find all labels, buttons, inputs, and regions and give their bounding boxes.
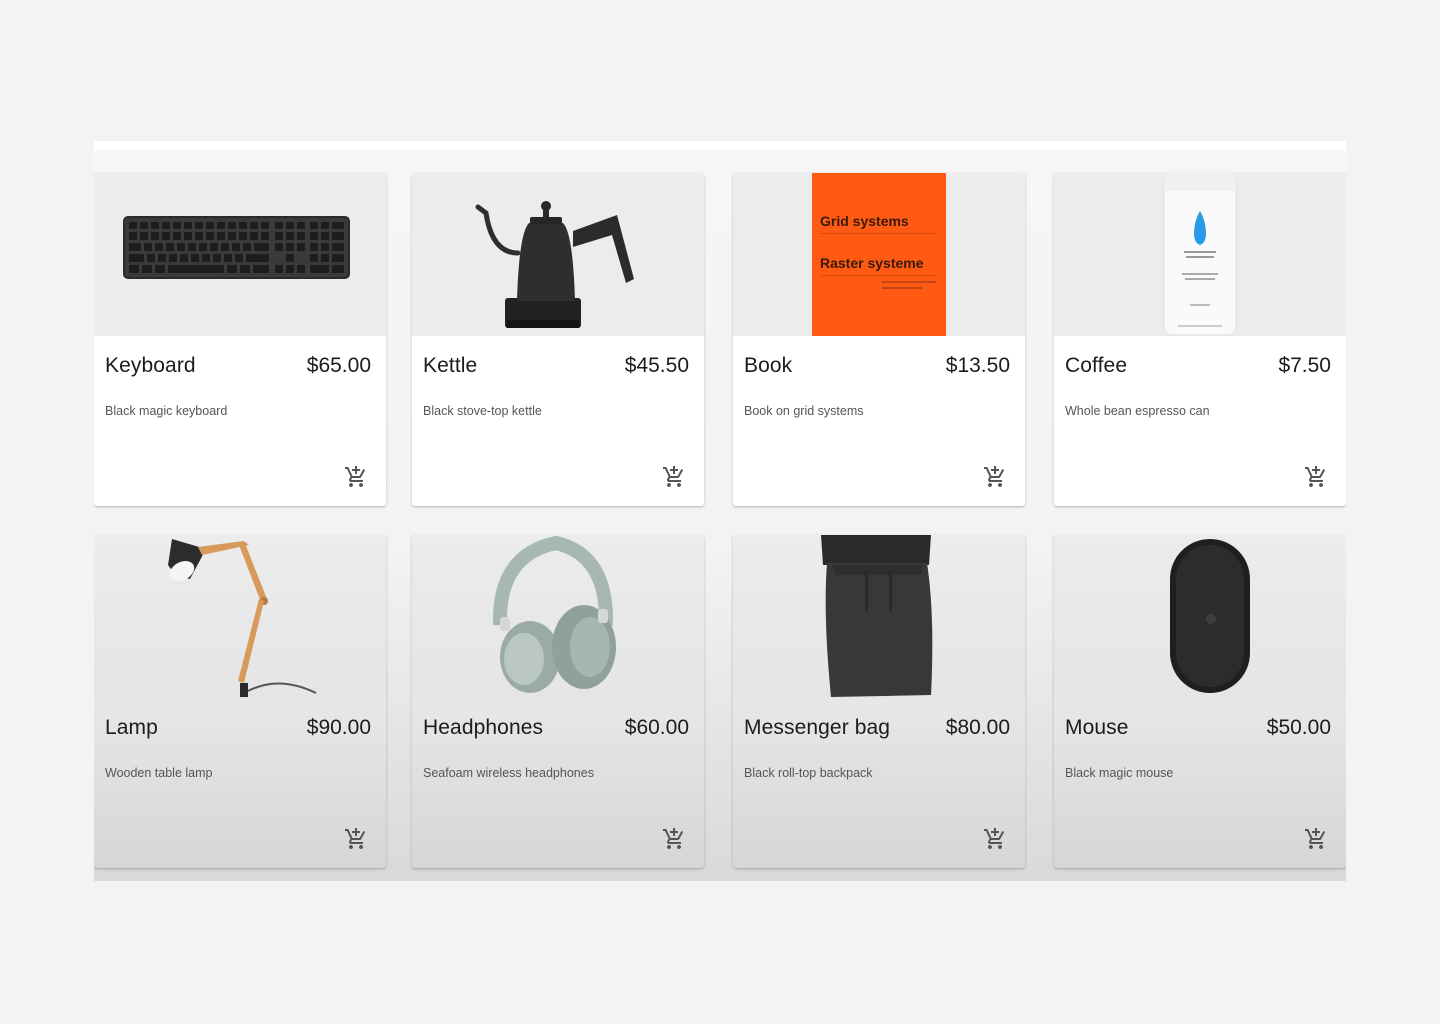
add-to-cart-button[interactable] <box>983 465 1007 489</box>
product-price: $65.00 <box>306 354 371 377</box>
product-name: Mouse <box>1065 716 1129 739</box>
product-description: Black stove-top kettle <box>423 404 542 418</box>
product-name: Book <box>744 354 793 377</box>
product-description: Whole bean espresso can <box>1065 404 1210 418</box>
add-shopping-cart-icon <box>1305 466 1326 487</box>
book-cover-subtitle: Raster systeme <box>820 255 924 271</box>
product-name: Headphones <box>423 716 544 739</box>
product-name: Coffee <box>1065 354 1128 377</box>
product-description: Black magic keyboard <box>105 404 228 418</box>
product-description: Wooden table lamp <box>105 766 213 780</box>
product-description: Black magic mouse <box>1065 766 1174 780</box>
product-description: Black roll-top backpack <box>744 766 873 780</box>
product-grid-panel: Keyboard $65.00 Black magic keyboard Ket… <box>94 141 1346 881</box>
product-price: $45.50 <box>624 354 689 377</box>
product-price: $90.00 <box>306 716 371 739</box>
product-name: Lamp <box>105 716 158 739</box>
book-cover-title: Grid systems <box>820 213 909 229</box>
product-price: $80.00 <box>945 716 1010 739</box>
backpack-image <box>733 535 1025 698</box>
product-name: Keyboard <box>105 354 196 377</box>
add-shopping-cart-icon <box>345 828 366 849</box>
product-description: Seafoam wireless headphones <box>423 766 594 780</box>
add-shopping-cart-icon <box>1305 828 1326 849</box>
lamp-image <box>94 535 386 698</box>
product-price: $7.50 <box>1278 354 1331 377</box>
top-bar <box>94 141 1346 150</box>
product-card-headphones[interactable]: Headphones $60.00 Seafoam wireless headp… <box>412 535 704 868</box>
add-shopping-cart-icon <box>345 466 366 487</box>
keyboard-image <box>94 173 386 336</box>
product-card-messenger-bag[interactable]: Messenger bag $80.00 Black roll-top back… <box>733 535 1025 868</box>
product-card-book[interactable]: Grid systems Raster systeme Book $13.50 … <box>733 173 1025 506</box>
add-to-cart-button[interactable] <box>983 827 1007 851</box>
mouse-image <box>1054 535 1346 698</box>
product-name: Kettle <box>423 354 478 377</box>
add-to-cart-button[interactable] <box>1304 465 1328 489</box>
product-card-keyboard[interactable]: Keyboard $65.00 Black magic keyboard <box>94 173 386 506</box>
book-cover: Grid systems Raster systeme <box>812 173 946 336</box>
product-card-mouse[interactable]: Mouse $50.00 Black magic mouse <box>1054 535 1346 868</box>
product-price: $13.50 <box>945 354 1010 377</box>
product-price: $60.00 <box>624 716 689 739</box>
add-shopping-cart-icon <box>663 828 684 849</box>
add-to-cart-button[interactable] <box>662 465 686 489</box>
add-shopping-cart-icon <box>663 466 684 487</box>
product-description: Book on grid systems <box>744 404 864 418</box>
add-to-cart-button[interactable] <box>344 827 368 851</box>
book-image: Grid systems Raster systeme <box>733 173 1025 336</box>
product-price: $50.00 <box>1266 716 1331 739</box>
kettle-image <box>412 173 704 336</box>
add-to-cart-button[interactable] <box>1304 827 1328 851</box>
add-to-cart-button[interactable] <box>344 465 368 489</box>
add-to-cart-button[interactable] <box>662 827 686 851</box>
product-card-lamp[interactable]: Lamp $90.00 Wooden table lamp <box>94 535 386 868</box>
product-card-coffee[interactable]: Coffee $7.50 Whole bean espresso can <box>1054 173 1346 506</box>
add-shopping-cart-icon <box>984 828 1005 849</box>
product-name: Messenger bag <box>744 716 891 739</box>
add-shopping-cart-icon <box>984 466 1005 487</box>
coffee-can-image <box>1054 173 1346 336</box>
product-card-kettle[interactable]: Kettle $45.50 Black stove-top kettle <box>412 173 704 506</box>
headphones-image <box>412 535 704 698</box>
